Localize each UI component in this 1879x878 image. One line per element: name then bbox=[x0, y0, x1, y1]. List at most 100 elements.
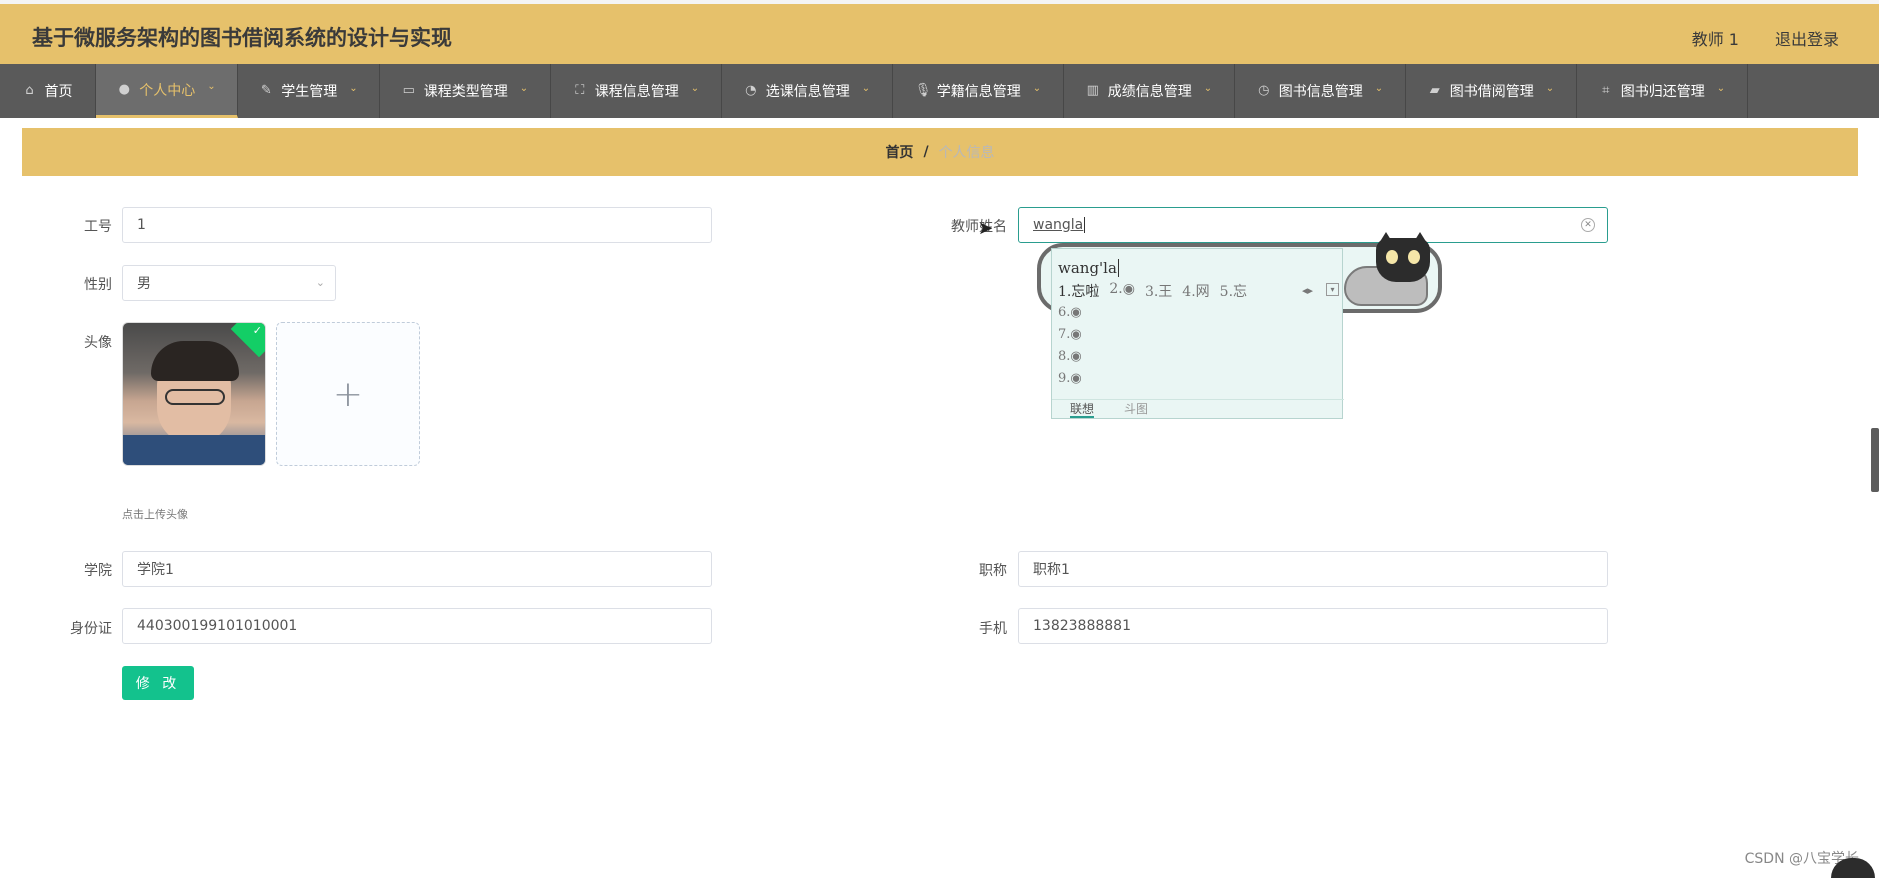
nav-label: 学生管理 bbox=[281, 84, 338, 100]
ime-candidate[interactable]: 5.忘 bbox=[1220, 281, 1247, 301]
eye-icon: ◉ bbox=[1070, 371, 1082, 386]
teacher-name-label: 教师姓名 bbox=[951, 219, 1007, 235]
top-nav: ⌂ 首页 ● 个人中心 ⌄ ✎ 学生管理 ⌄ ▭ 课程类型管理 ⌄ ⛶ 课程信息… bbox=[0, 64, 1879, 118]
avatar-image[interactable]: ✓ bbox=[122, 322, 266, 466]
modify-button[interactable]: 修 改 bbox=[122, 666, 194, 700]
nav-label: 学籍信息管理 bbox=[936, 84, 1021, 100]
fullscreen-icon: ⛶ bbox=[575, 83, 585, 98]
chevron-down-icon: ⌄ bbox=[690, 82, 700, 94]
college-value: 学院1 bbox=[137, 562, 174, 578]
breadcrumb-home[interactable]: 首页 bbox=[885, 142, 913, 162]
title-value: 职称1 bbox=[1033, 562, 1070, 578]
card-icon: ▭ bbox=[402, 83, 415, 98]
nav-item-selection[interactable]: ◔ 选课信息管理 ⌄ bbox=[722, 64, 893, 118]
nav-item-course-info[interactable]: ⛶ 课程信息管理 ⌄ bbox=[551, 64, 722, 118]
cat-eye bbox=[1386, 250, 1398, 264]
user-icon: ● bbox=[118, 81, 130, 97]
ime-candidate-row[interactable]: 7.◉ bbox=[1058, 327, 1082, 342]
college-label: 学院 bbox=[84, 563, 112, 579]
eye-icon: ◉ bbox=[1122, 281, 1135, 297]
clock-icon: ◷ bbox=[1258, 83, 1270, 98]
ime-page-arrows-icon[interactable]: ◂▸ bbox=[1302, 284, 1313, 297]
clear-icon[interactable]: ✕ bbox=[1581, 218, 1595, 232]
job-no-input[interactable]: 1 bbox=[122, 207, 712, 243]
teacher-name-value: wangla bbox=[1033, 217, 1084, 233]
chevron-down-icon: ⌄ bbox=[1545, 82, 1555, 94]
title-label: 职称 bbox=[979, 563, 1007, 579]
ime-tab-association[interactable]: 联想 bbox=[1070, 400, 1095, 418]
mouse-cursor-icon: ➤ bbox=[978, 218, 994, 239]
nav-item-personal-center[interactable]: ● 个人中心 ⌄ bbox=[96, 64, 238, 118]
ime-pinyin: wang'la bbox=[1058, 259, 1119, 277]
ime-candidate-row[interactable]: 6.◉ bbox=[1058, 305, 1082, 320]
nav-item-borrow[interactable]: ▰ 图书借阅管理 ⌄ bbox=[1406, 64, 1577, 118]
nav-item-home[interactable]: ⌂ 首页 bbox=[0, 64, 96, 118]
nav-label: 首页 bbox=[44, 84, 73, 100]
job-no-label: 工号 bbox=[84, 219, 112, 235]
eye-icon: ◉ bbox=[1070, 305, 1082, 320]
eye-icon: ◉ bbox=[1070, 349, 1082, 364]
mic-icon: 🎙 bbox=[914, 83, 932, 98]
nav-label: 成绩信息管理 bbox=[1107, 84, 1192, 100]
breadcrumb: 首页 / 个人信息 bbox=[22, 128, 1858, 176]
chevron-down-icon: ⌄ bbox=[207, 81, 216, 92]
nav-label: 图书归还管理 bbox=[1620, 84, 1705, 100]
gender-label: 性别 bbox=[84, 277, 112, 293]
nav-item-book-info[interactable]: ◷ 图书信息管理 ⌄ bbox=[1235, 64, 1406, 118]
teacher-name-input[interactable]: wangla ✕ bbox=[1018, 207, 1608, 243]
title-input[interactable]: 职称1 bbox=[1018, 551, 1608, 587]
current-user: 教师 1 bbox=[1691, 30, 1739, 49]
nav-label: 选课信息管理 bbox=[765, 84, 850, 100]
nav-item-grades[interactable]: ▥ 成绩信息管理 ⌄ bbox=[1064, 64, 1235, 118]
phone-input[interactable]: 13823888881 bbox=[1018, 608, 1608, 644]
chart-icon: ▥ bbox=[1086, 83, 1099, 98]
avatar-label: 头像 bbox=[84, 335, 112, 351]
check-icon: ✓ bbox=[252, 324, 262, 337]
compass-icon: ◔ bbox=[745, 83, 757, 98]
id-card-input[interactable]: 440300199101010001 bbox=[122, 608, 712, 644]
cat-eye bbox=[1408, 250, 1420, 264]
chevron-down-icon: ⌄ bbox=[315, 276, 325, 289]
avatar-upload-button[interactable]: + bbox=[276, 322, 420, 466]
crop-icon: ⌗ bbox=[1602, 83, 1610, 98]
ime-candidate[interactable]: 2.◉ bbox=[1109, 281, 1135, 301]
chevron-down-icon: ⌄ bbox=[1032, 82, 1042, 94]
college-input[interactable]: 学院1 bbox=[122, 551, 712, 587]
nav-label: 图书信息管理 bbox=[1278, 84, 1363, 100]
ticket-icon: ▰ bbox=[1429, 83, 1440, 98]
ime-candidate[interactable]: 1.忘啦 bbox=[1058, 281, 1099, 301]
ime-expand-icon[interactable]: ▾ bbox=[1326, 283, 1339, 296]
nav-label: 课程信息管理 bbox=[594, 84, 679, 100]
nav-item-course-type[interactable]: ▭ 课程类型管理 ⌄ bbox=[380, 64, 551, 118]
id-card-label: 身份证 bbox=[70, 621, 112, 637]
ime-candidate-row[interactable]: 9.◉ bbox=[1058, 371, 1082, 386]
text-caret bbox=[1084, 217, 1086, 233]
ime-candidates: 1.忘啦 2.◉ 3.王 4.网 5.忘 bbox=[1058, 281, 1247, 301]
logout-link[interactable]: 退出登录 bbox=[1775, 26, 1839, 50]
gender-value: 男 bbox=[137, 276, 151, 292]
avatar-hair bbox=[151, 341, 239, 381]
student-icon: ✎ bbox=[260, 83, 272, 98]
breadcrumb-separator: / bbox=[923, 144, 929, 160]
chevron-down-icon: ⌄ bbox=[1203, 82, 1213, 94]
avatar-glasses bbox=[165, 389, 225, 405]
ime-tab-sticker[interactable]: 斗图 bbox=[1124, 400, 1148, 419]
nav-label: 课程类型管理 bbox=[423, 84, 508, 100]
chevron-down-icon: ⌄ bbox=[1374, 82, 1384, 94]
chevron-down-icon: ⌄ bbox=[519, 82, 529, 94]
gender-select[interactable]: 男 ⌄ bbox=[122, 265, 336, 301]
ime-candidate[interactable]: 3.王 bbox=[1145, 281, 1172, 301]
ime-candidate-window: wang'la 1.忘啦 2.◉ 3.王 4.网 5.忘 ◂▸ ▾ 6.◉ 7.… bbox=[1051, 248, 1344, 419]
nav-item-return[interactable]: ⌗ 图书归还管理 ⌄ bbox=[1577, 64, 1748, 118]
nav-label: 个人中心 bbox=[139, 82, 196, 99]
cat-head bbox=[1376, 238, 1430, 282]
ime-candidate[interactable]: 4.网 bbox=[1182, 281, 1209, 301]
nav-label: 图书借阅管理 bbox=[1449, 84, 1534, 100]
app-header: 基于微服务架构的图书借阅系统的设计与实现 教师 1 退出登录 bbox=[0, 0, 1879, 64]
page-scrollbar[interactable] bbox=[1871, 428, 1879, 492]
breadcrumb-current: 个人信息 bbox=[938, 145, 995, 161]
ime-candidate-row[interactable]: 8.◉ bbox=[1058, 349, 1082, 364]
nav-item-student[interactable]: ✎ 学生管理 ⌄ bbox=[238, 64, 380, 118]
nav-item-enrollment[interactable]: 🎙 学籍信息管理 ⌄ bbox=[893, 64, 1064, 118]
avatar-shirt bbox=[123, 435, 265, 465]
